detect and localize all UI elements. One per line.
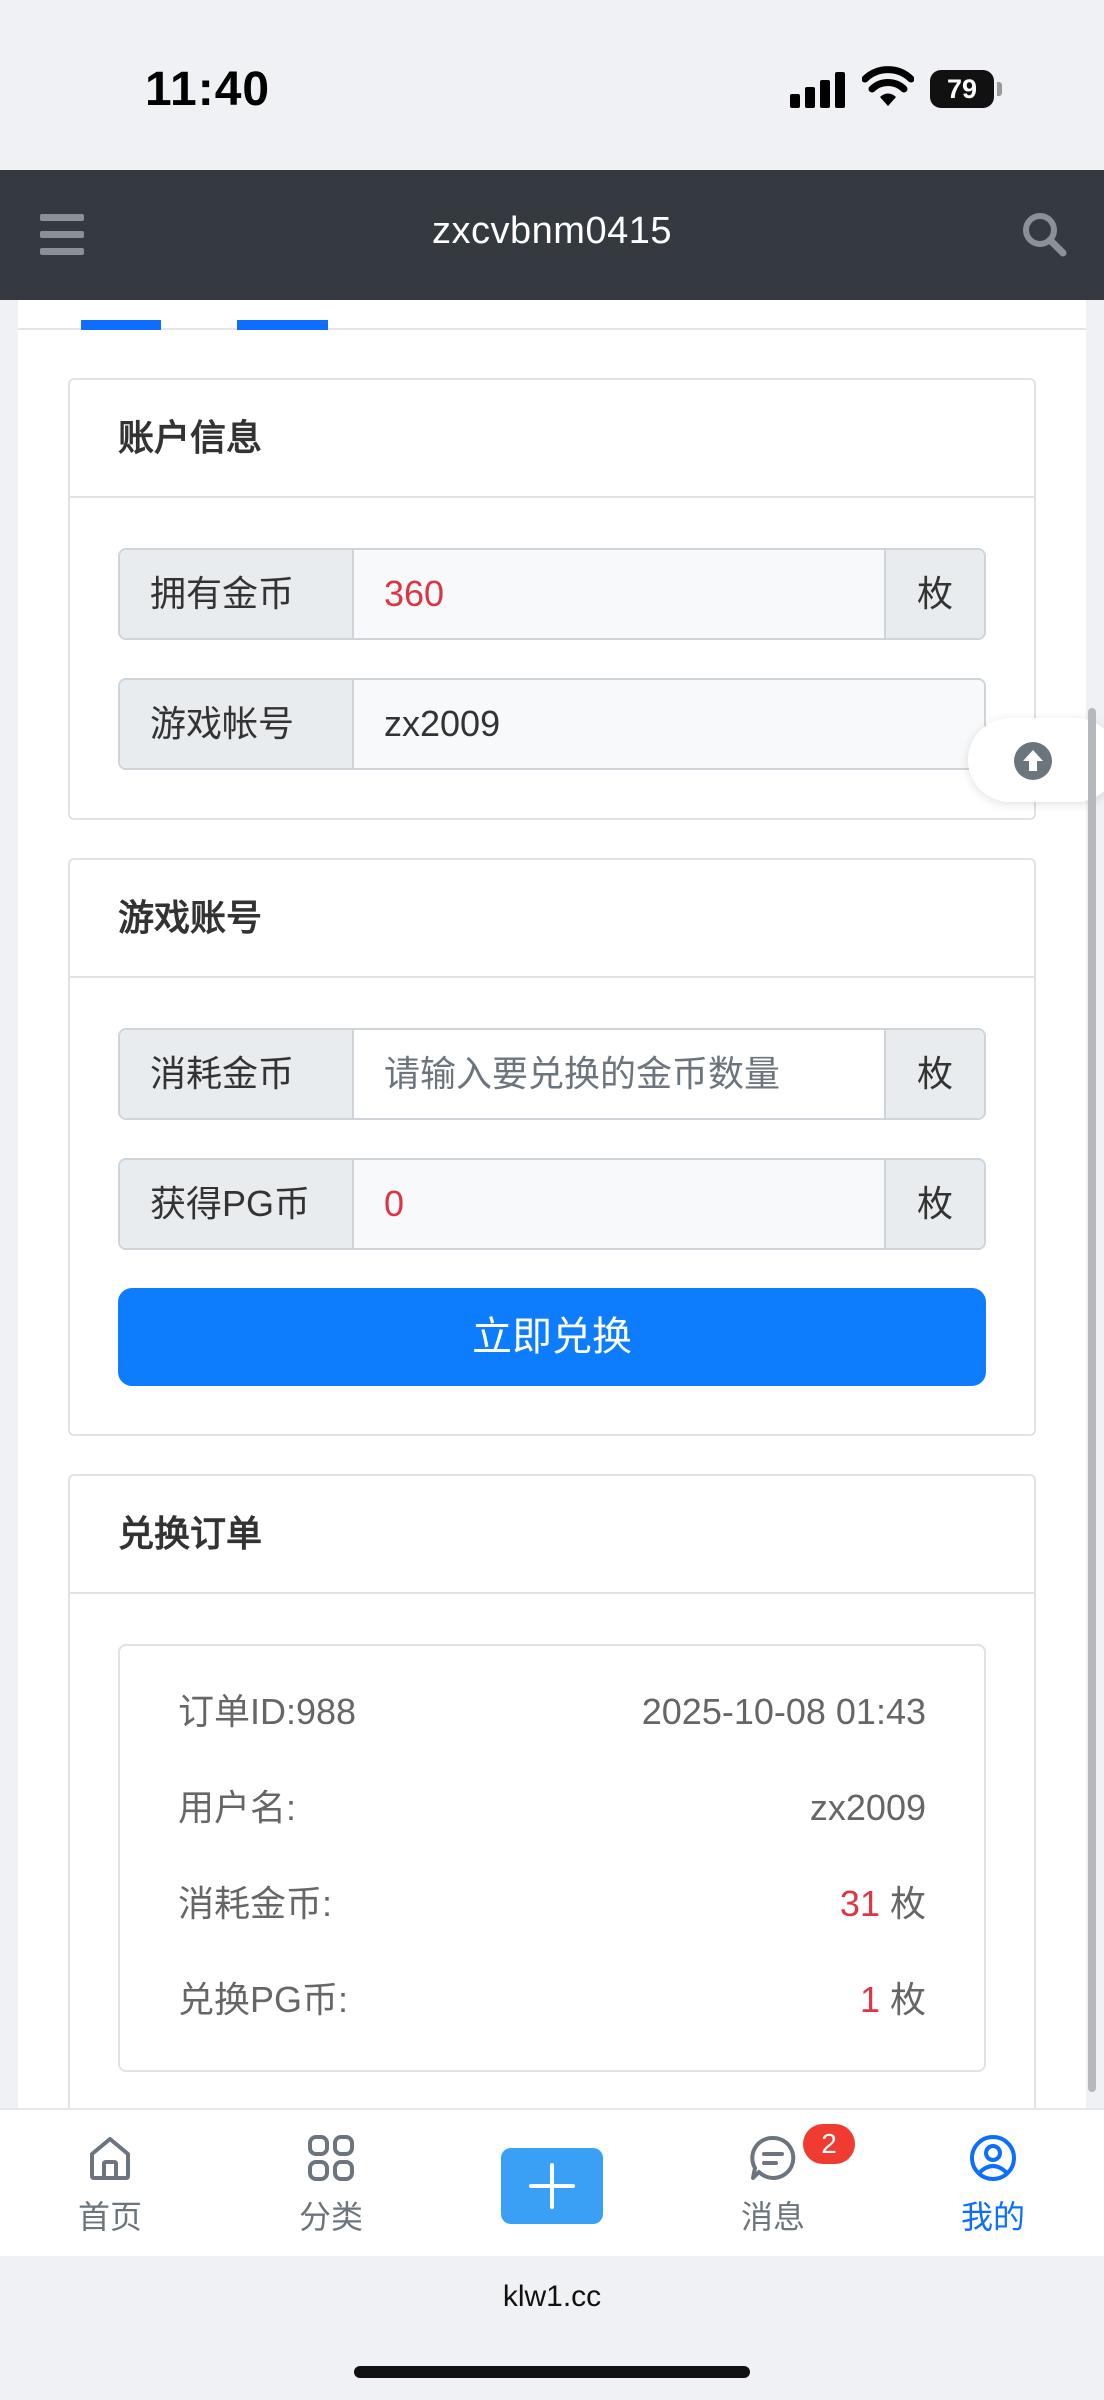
order-username-value: zx2009 — [809, 1787, 926, 1828]
order-pg-label: 兑换PG币: — [178, 1979, 349, 2020]
order-datetime: 2025-10-08 01:43 — [641, 1691, 926, 1732]
order-pg-unit: 枚 — [889, 1979, 926, 2020]
chat-icon — [750, 2135, 796, 2180]
bottom-nav: 首页 分类 2 消息 我的 — [0, 2108, 1104, 2256]
messages-badge: 2 — [803, 2124, 855, 2164]
plus-icon — [529, 2163, 575, 2209]
order-id-row: 订单ID:988 2025-10-08 01:43 — [178, 1682, 926, 1742]
app-header: zxcvbnm0415 — [0, 170, 1104, 300]
page-content: 账户信息 拥有金币 360 枚 游戏帐号 zx2009 游戏账号 消耗金币 请输… — [18, 300, 1086, 2108]
search-icon[interactable] — [1020, 210, 1068, 258]
home-indicator[interactable] — [354, 2366, 750, 2378]
add-button[interactable] — [501, 2148, 603, 2224]
tab-indicator[interactable] — [81, 320, 161, 330]
arrow-up-circle-icon — [1014, 742, 1052, 780]
wifi-icon — [861, 66, 915, 108]
consume-coins-group: 消耗金币 请输入要兑换的金币数量 枚 — [118, 1028, 986, 1120]
order-pg-row: 兑换PG币: 1 枚 — [178, 1970, 926, 2030]
order-item: 订单ID:988 2025-10-08 01:43 用户名: zx2009 消耗… — [118, 1644, 986, 2072]
exchange-button[interactable]: 立即兑换 — [118, 1288, 986, 1386]
status-bar: 11:40 79 — [0, 0, 1104, 170]
nav-home[interactable]: 首页 — [50, 2132, 170, 2238]
grid-icon — [308, 2135, 354, 2181]
coins-owned-group: 拥有金币 360 枚 — [118, 548, 986, 640]
exchange-card: 游戏账号 消耗金币 请输入要兑换的金币数量 枚 获得PG币 0 枚 立即兑换 — [68, 858, 1036, 1436]
order-id-label: 订单ID: — [178, 1691, 297, 1732]
url-text[interactable]: klw1.cc — [0, 2280, 1104, 2314]
order-pg-value: 1 — [859, 1979, 880, 2020]
game-account-value: zx2009 — [354, 680, 984, 768]
scrollbar[interactable] — [1088, 708, 1096, 2092]
order-consumed-label: 消耗金币: — [178, 1883, 333, 1924]
nav-home-label: 首页 — [77, 2199, 142, 2235]
status-time: 11:40 — [145, 63, 271, 116]
order-id-value: 988 — [296, 1691, 357, 1732]
gain-pg-group: 获得PG币 0 枚 — [118, 1158, 986, 1250]
page-title: zxcvbnm0415 — [432, 210, 672, 252]
account-info-card: 账户信息 拥有金币 360 枚 游戏帐号 zx2009 — [68, 378, 1036, 820]
nav-messages-label: 消息 — [740, 2199, 805, 2235]
game-account-group: 游戏帐号 zx2009 — [118, 678, 986, 770]
nav-mine-label: 我的 — [960, 2199, 1025, 2235]
card-title: 账户信息 — [70, 380, 1034, 498]
orders-card: 兑换订单 订单ID:988 2025-10-08 01:43 用户名: zx20… — [68, 1474, 1036, 2108]
order-consumed-row: 消耗金币: 31 枚 — [178, 1874, 926, 1934]
nav-mine[interactable]: 我的 — [933, 2132, 1053, 2238]
order-username-row: 用户名: zx2009 — [178, 1778, 926, 1838]
consume-coins-label: 消耗金币 — [120, 1030, 354, 1118]
coins-owned-value: 360 — [354, 550, 884, 638]
card-title: 游戏账号 — [70, 860, 1034, 978]
tab-strip — [18, 300, 1086, 330]
tab-indicator[interactable] — [237, 320, 328, 330]
battery-indicator: 79 — [930, 70, 1002, 108]
home-icon — [90, 2137, 130, 2180]
browser-url-bar: klw1.cc — [0, 2256, 1104, 2400]
order-username-label: 用户名: — [178, 1787, 297, 1828]
order-consumed-value: 31 — [839, 1883, 880, 1924]
scroll-top-button[interactable] — [968, 718, 1104, 802]
coins-owned-label: 拥有金币 — [120, 550, 354, 638]
consume-coins-input[interactable]: 请输入要兑换的金币数量 — [354, 1030, 884, 1118]
nav-category-label: 分类 — [298, 2199, 363, 2235]
cellular-signal-icon — [790, 72, 846, 108]
card-title: 兑换订单 — [70, 1476, 1034, 1594]
nav-messages[interactable]: 2 消息 — [713, 2124, 855, 2238]
nav-category[interactable]: 分类 — [271, 2132, 391, 2238]
game-account-label: 游戏帐号 — [120, 680, 354, 768]
coins-owned-unit: 枚 — [884, 550, 984, 638]
gain-pg-unit: 枚 — [884, 1160, 984, 1248]
order-consumed-unit: 枚 — [889, 1883, 926, 1924]
consume-coins-unit: 枚 — [884, 1030, 984, 1118]
gain-pg-value: 0 — [354, 1160, 884, 1248]
user-circle-icon — [970, 2135, 1016, 2181]
gain-pg-label: 获得PG币 — [120, 1160, 354, 1248]
